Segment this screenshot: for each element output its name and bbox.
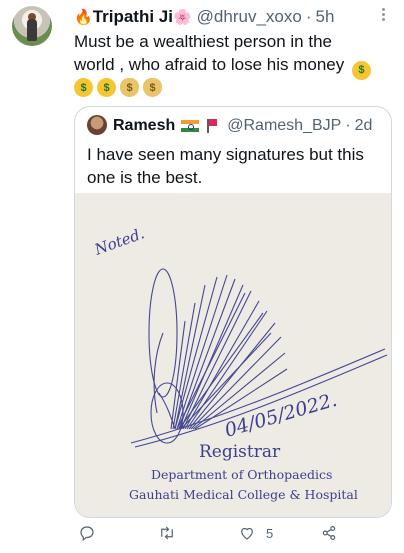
author-handle[interactable]: @dhruv_xoxo (197, 7, 302, 27)
quoted-tweet-image[interactable]: Noted. 04/05/2022. Registrar Department … (75, 193, 391, 517)
like-button[interactable]: 5 (238, 524, 273, 542)
money-face-emoji-icon: $ (351, 61, 371, 80)
share-icon (322, 526, 336, 540)
reply-icon (80, 526, 94, 541)
more-options-icon[interactable] (376, 8, 390, 21)
tweet-header: 🔥 Tripathi Ji 🌸 @dhruv_xoxo · 5h (74, 6, 334, 28)
quoted-tweet-card[interactable]: Ramesh @Ramesh_BJP · 2d I have seen many… (74, 106, 392, 518)
avatar-figure-body (27, 19, 37, 41)
blossom-emoji-icon: 🌸 (172, 8, 192, 26)
money-bag-emoji-icon: $ (143, 78, 162, 97)
money-face-emoji-icon: $ (97, 78, 116, 97)
tweet-action-bar: 5 (74, 524, 392, 548)
stamp-college: Gauhati Medical College & Hospital (129, 487, 358, 502)
tweet-text: Must be a wealthiest person in the world… (74, 30, 394, 80)
heart-icon (241, 527, 253, 540)
reply-button[interactable] (78, 524, 96, 542)
quoted-header-separator: · (345, 117, 351, 134)
author-avatar[interactable] (12, 6, 52, 46)
tweet-time[interactable]: 5h (316, 7, 335, 27)
retweet-button[interactable] (158, 524, 176, 542)
share-button[interactable] (320, 524, 338, 542)
stamp-department: Department of Orthopaedics (151, 467, 332, 482)
stamp-title: Registrar (199, 442, 281, 462)
quoted-tweet-time[interactable]: 2d (355, 117, 373, 135)
money-face-emoji-icon: $ (74, 78, 93, 97)
red-flag-icon (207, 119, 218, 133)
signature-photo: Noted. 04/05/2022. Registrar Department … (75, 193, 391, 517)
tweet-text-line: Must be a wealthiest person in the (74, 32, 332, 51)
quoted-author-avatar[interactable] (87, 115, 107, 135)
header-separator: · (305, 7, 312, 26)
retweet-icon (161, 526, 173, 540)
emoji-row: $ $ $ $ (74, 78, 162, 97)
like-count: 5 (266, 525, 274, 541)
quoted-text-line: one is the best. (87, 168, 203, 187)
quoted-author-name[interactable]: Ramesh (113, 117, 175, 135)
tweet-text-line: world , who afraid to lose his money $ (74, 53, 394, 80)
author-name[interactable]: Tripathi Ji (93, 7, 173, 27)
quoted-author-handle[interactable]: @Ramesh_BJP (227, 117, 341, 135)
india-flag-icon (181, 120, 200, 132)
fire-emoji-icon: 🔥 (74, 8, 93, 26)
quoted-tweet-header: Ramesh @Ramesh_BJP · 2d (113, 115, 372, 137)
money-bag-emoji-icon: $ (120, 78, 139, 97)
quoted-tweet-text: I have seen many signatures but this one… (87, 143, 383, 189)
quoted-text-line: I have seen many signatures but this (87, 145, 364, 164)
